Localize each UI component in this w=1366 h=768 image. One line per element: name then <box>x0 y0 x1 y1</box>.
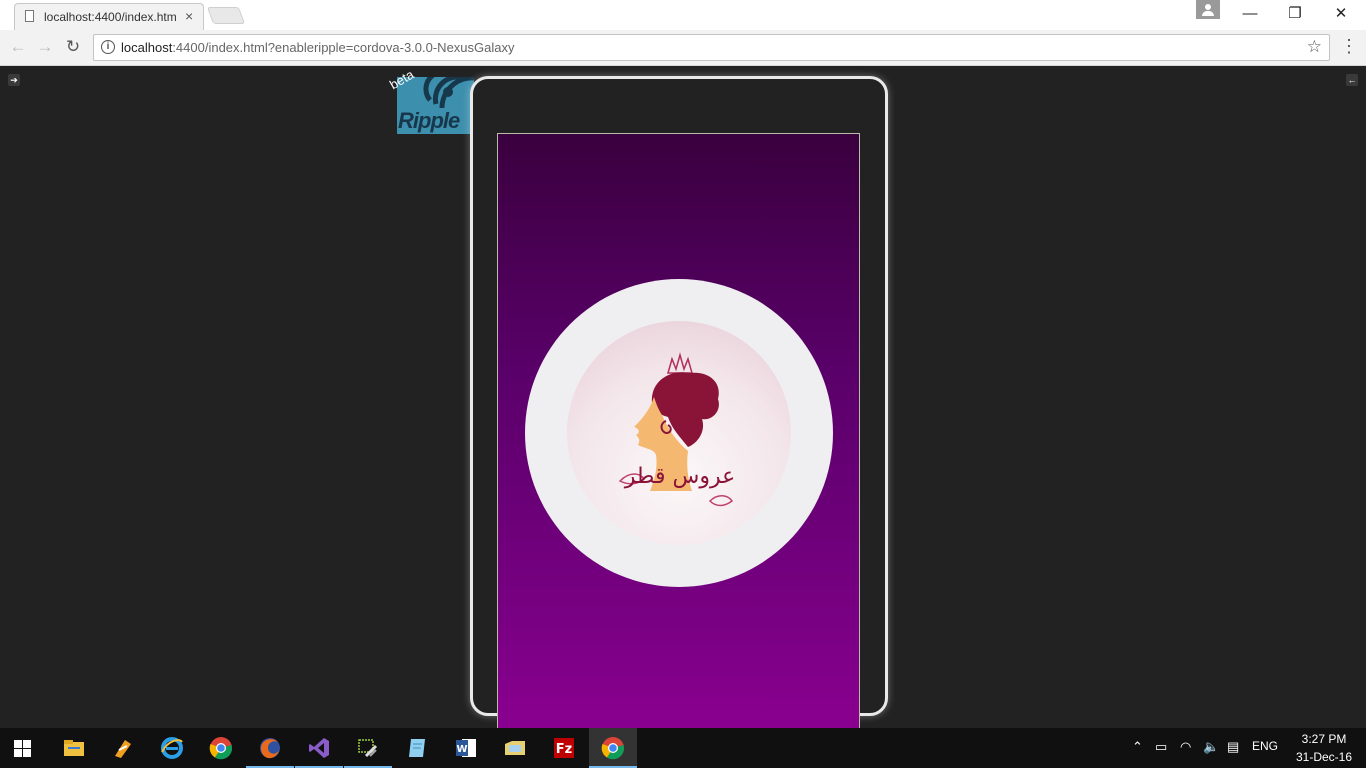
tab-close-button[interactable]: × <box>185 8 193 24</box>
address-bar[interactable]: i localhost:4400/index.html?enableripple… <box>93 34 1330 61</box>
emblem-arabic-text: عروس قطر <box>624 464 735 489</box>
firefox-icon[interactable] <box>246 728 294 768</box>
tab-title: localhost:4400/index.htm <box>44 10 176 24</box>
volume-icon[interactable]: 🔈 <box>1203 739 1219 755</box>
document-icon <box>25 10 34 22</box>
file-explorer-icon[interactable] <box>50 728 98 768</box>
tab-strip: localhost:4400/index.htm × — ❐ ✕ <box>0 0 1366 30</box>
language-indicator[interactable]: ENG <box>1252 739 1278 753</box>
chrome-active-icon[interactable] <box>589 728 637 768</box>
wifi-icon[interactable]: ◠ <box>1180 739 1191 755</box>
bookmark-star-icon[interactable]: ☆ <box>1307 37 1322 57</box>
clock-time: 3:27 PM <box>1301 732 1347 746</box>
url-host: localhost <box>121 40 173 55</box>
new-tab-button[interactable] <box>206 7 246 24</box>
show-hidden-icons-icon[interactable]: ⌃ <box>1132 739 1143 755</box>
clock-date: 31-Dec-16 <box>1295 750 1353 764</box>
back-button[interactable]: ← <box>7 36 29 58</box>
notes-icon[interactable] <box>393 728 441 768</box>
internet-explorer-icon[interactable] <box>148 728 196 768</box>
browser-toolbar: ← → ↻ i localhost:4400/index.html?enable… <box>0 30 1366 66</box>
restore-button[interactable]: ❐ <box>1272 0 1318 28</box>
svg-text:Fz: Fz <box>556 742 572 757</box>
minimize-button[interactable]: — <box>1227 0 1273 28</box>
ripple-logo-text: Ripple <box>398 108 460 133</box>
settings-tool-icon[interactable] <box>344 728 392 768</box>
close-window-button[interactable]: ✕ <box>1318 0 1364 28</box>
url-path: :4400/index.html?enableripple=cordova-3.… <box>172 40 515 55</box>
reload-button[interactable]: ↻ <box>62 36 84 58</box>
tool-icon[interactable] <box>99 728 147 768</box>
right-panel-toggle-icon[interactable]: ← <box>1346 74 1358 86</box>
browser-tab[interactable]: localhost:4400/index.htm × <box>14 3 204 30</box>
start-icon[interactable] <box>14 740 31 757</box>
battery-icon[interactable]: ▭ <box>1155 739 1167 755</box>
browser-menu-button[interactable]: ⋮ <box>1340 36 1358 57</box>
info-icon[interactable]: i <box>101 40 115 54</box>
left-panel-toggle-icon[interactable]: ➔ <box>8 74 20 86</box>
system-clock[interactable]: 3:27 PM 31-Dec-16 <box>1290 730 1358 766</box>
notifications-icon[interactable]: ▤ <box>1227 739 1239 755</box>
visual-studio-icon[interactable] <box>295 728 343 768</box>
svg-text:W: W <box>456 744 467 755</box>
folder-icon[interactable] <box>491 728 539 768</box>
bride-logo-icon: عروس قطر <box>618 352 735 507</box>
ripple-logo: Ripple <box>397 77 474 134</box>
word-icon[interactable]: W <box>442 728 490 768</box>
chrome-icon[interactable] <box>197 728 245 768</box>
url-text[interactable]: localhost:4400/index.html?enableripple=c… <box>121 40 515 55</box>
forward-button[interactable]: → <box>34 36 56 58</box>
windows-taskbar: W Fz ⌃ ▭ ◠ 🔈 ▤ ENG 3:27 PM 31-Dec-16 <box>0 728 1366 768</box>
profile-icon[interactable] <box>1196 0 1220 19</box>
filezilla-icon[interactable]: Fz <box>540 728 588 768</box>
